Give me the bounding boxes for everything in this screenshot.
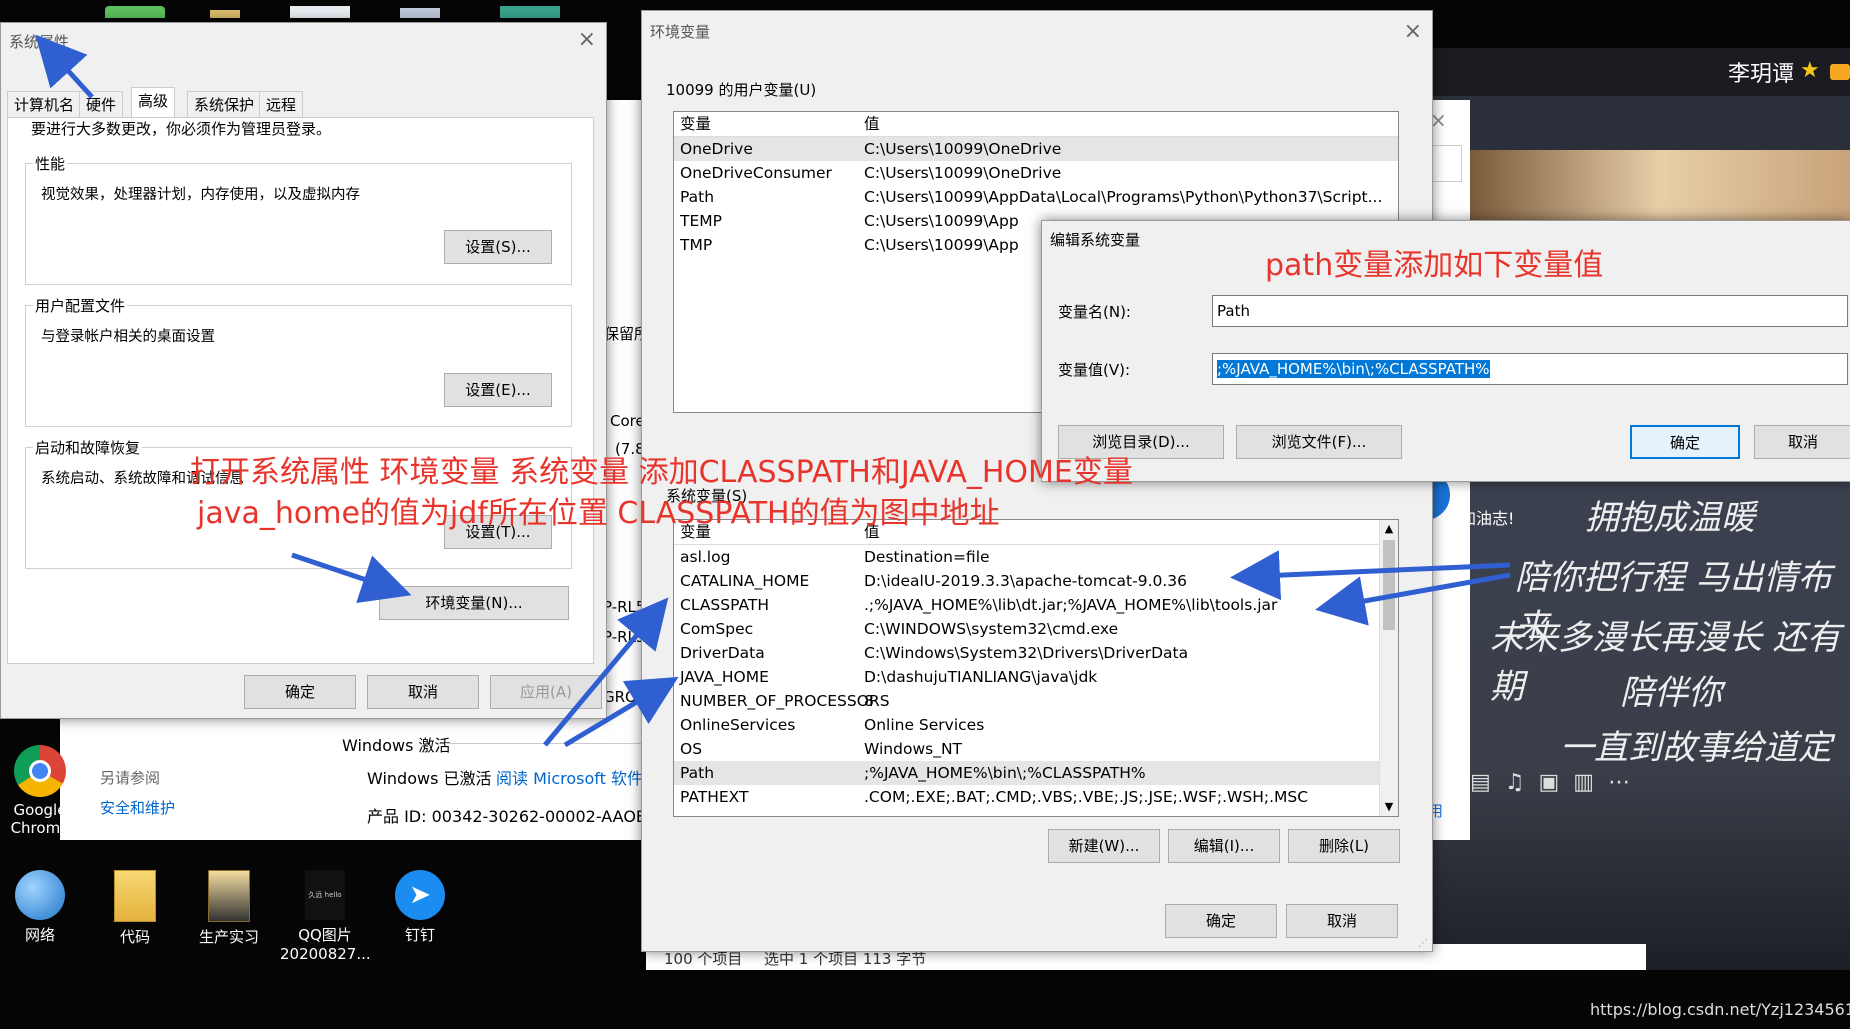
arrow-to-title bbox=[35, 34, 94, 99]
annotation-arrows bbox=[35, 34, 1511, 748]
arrow-to-env-button bbox=[291, 552, 412, 603]
watermark: https://blog.csdn.net/Yzj123456125 bbox=[1590, 1000, 1850, 1019]
arrow-to-java-home bbox=[563, 676, 679, 748]
arrow-to-catalina-value bbox=[1230, 550, 1511, 601]
arrow-to-classpath-value bbox=[1315, 572, 1511, 626]
